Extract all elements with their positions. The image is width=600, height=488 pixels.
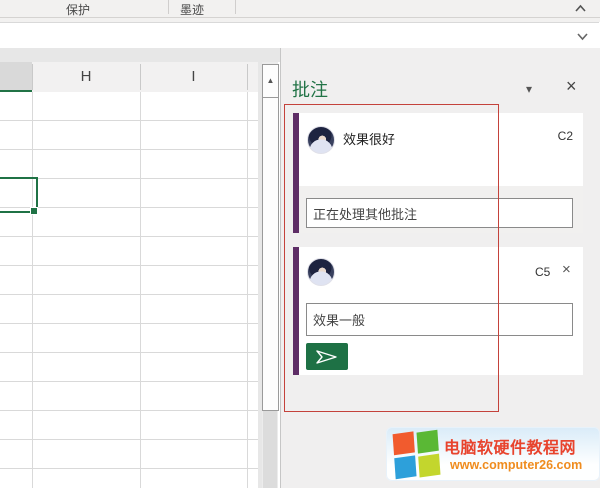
comment-draft-input[interactable] — [306, 303, 573, 336]
comment-cell-ref: C5 — [535, 265, 551, 279]
header-divider — [247, 64, 248, 90]
watermark-site-url: www.computer26.com — [450, 458, 583, 472]
selected-column-header[interactable] — [0, 62, 32, 92]
author-avatar — [307, 258, 335, 286]
ribbon-separator — [168, 0, 169, 14]
gridline — [32, 92, 33, 488]
ribbon-group-protect[interactable]: 保护 — [48, 1, 108, 18]
comment-text: 效果很好 — [343, 132, 396, 147]
watermark: 电脑软硬件教程网 www.computer26.com — [386, 427, 600, 481]
collapse-ribbon-chevron-up-icon[interactable] — [574, 4, 587, 13]
scroll-up-button[interactable]: ▲ — [262, 64, 279, 98]
post-comment-button[interactable] — [306, 343, 348, 370]
comment-cell-ref: C2 — [557, 129, 573, 143]
gridline — [247, 92, 248, 488]
excel-window: 保护 墨迹 H I ▲ 批注 ▾ × 效果很好 C2 正在处理其他批注 C5 ×… — [0, 0, 600, 488]
formula-bar[interactable] — [0, 22, 599, 49]
logo-tile-green — [416, 429, 438, 454]
ribbon-strip: 保护 墨迹 — [0, 0, 600, 18]
pane-options-chevron-down-icon[interactable]: ▾ — [526, 82, 532, 96]
windows-logo-icon — [392, 429, 440, 479]
formula-bar-expand-chevron-down-icon[interactable] — [576, 32, 589, 41]
scrollbar-track-lower[interactable] — [263, 411, 277, 488]
scroll-up-arrow-icon: ▲ — [266, 76, 275, 85]
comment-thread-c5[interactable]: C5 × — [293, 247, 583, 375]
ribbon-separator — [235, 0, 236, 14]
logo-tile-yellow-green — [417, 453, 440, 477]
author-avatar — [307, 126, 335, 154]
logo-tile-blue — [394, 454, 416, 479]
delete-comment-icon[interactable]: × — [562, 261, 571, 278]
comment-thread-c2[interactable]: 效果很好 C2 — [293, 113, 583, 233]
watermark-site-name: 电脑软硬件教程网 — [444, 440, 577, 457]
comment-body: 效果很好 C2 — [299, 113, 583, 186]
column-header-h[interactable]: H — [32, 62, 140, 92]
ribbon-group-ink[interactable]: 墨迹 — [162, 1, 222, 18]
gridline — [140, 92, 141, 488]
fill-handle[interactable] — [30, 207, 38, 215]
scrollbar-thumb[interactable] — [262, 97, 279, 411]
pane-close-icon[interactable]: × — [566, 76, 577, 97]
sheet-grid[interactable] — [0, 92, 258, 488]
logo-tile-red — [392, 431, 415, 455]
send-icon — [316, 349, 337, 364]
column-header-i[interactable]: I — [140, 62, 247, 92]
reply-input[interactable] — [306, 198, 573, 228]
header-divider — [140, 64, 141, 90]
header-divider — [32, 64, 33, 90]
reply-section — [299, 186, 583, 233]
comments-pane-title: 批注 — [292, 80, 328, 100]
